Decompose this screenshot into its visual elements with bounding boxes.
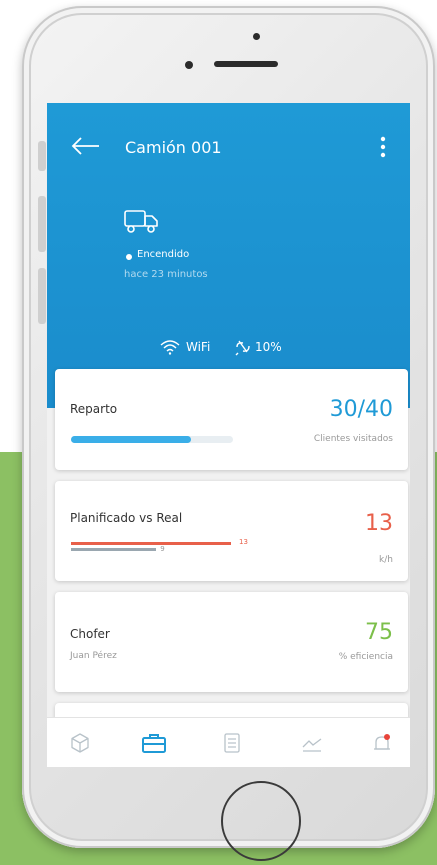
box-icon[interactable] (69, 732, 91, 754)
briefcase-icon[interactable] (141, 732, 167, 754)
delivery-label: Reparto (70, 402, 118, 416)
status-timestamp: hace 23 minutos (124, 269, 208, 280)
driver-card[interactable]: Chofer Juan Pérez 75 % eficiencia (55, 592, 408, 692)
real-bar (71, 548, 157, 551)
delivery-progress-fill (71, 436, 191, 443)
planned-bar (71, 542, 231, 545)
volume-down-button (38, 268, 46, 324)
wifi-label: WiFi (186, 340, 211, 354)
mute-switch (38, 141, 46, 171)
proximity-sensor (185, 61, 193, 69)
volume-up-button (38, 196, 46, 252)
planned-vs-real-unit: k/h (379, 555, 393, 565)
driver-label: Chofer (70, 627, 110, 641)
charging-plug-icon (235, 340, 250, 356)
bottom-tab-bar (47, 717, 410, 767)
bell-icon[interactable] (371, 732, 393, 754)
delivery-progress-track (71, 436, 233, 443)
home-button[interactable] (221, 781, 301, 861)
delivery-card[interactable]: Reparto 30/40 Clientes visitados (55, 369, 408, 470)
real-bar-label: 9 (160, 545, 165, 553)
status-indicator (126, 254, 132, 260)
planned-vs-real-card[interactable]: Planificado vs Real 13 13 9 k/h (55, 481, 408, 581)
app-header: Camión 001 Encendido hace 23 minutos WiF… (47, 103, 410, 408)
driver-efficiency-value: 75 (365, 620, 393, 645)
planned-bar-label: 13 (239, 538, 248, 546)
earpiece-speaker (214, 61, 278, 67)
chart-icon[interactable] (301, 732, 323, 754)
driver-efficiency-unit: % eficiencia (338, 652, 393, 662)
engine-status: Encendido (137, 249, 190, 260)
driver-name: Juan Pérez (70, 651, 117, 661)
app-screen: Camión 001 Encendido hace 23 minutos WiF… (47, 103, 410, 767)
truck-icon (124, 210, 158, 233)
wifi-icon (160, 340, 180, 355)
planned-vs-real-value: 13 (365, 511, 393, 536)
delivery-sub: Clientes visitados (313, 434, 393, 444)
delivery-value: 30/40 (329, 397, 393, 422)
planned-vs-real-label: Planificado vs Real (70, 511, 183, 525)
page-title: Camión 001 (125, 138, 222, 157)
battery-level: 10% (255, 340, 282, 354)
back-arrow-icon[interactable] (71, 137, 101, 155)
document-icon[interactable] (221, 732, 243, 754)
more-options-icon[interactable] (380, 135, 386, 159)
front-camera (253, 33, 260, 40)
